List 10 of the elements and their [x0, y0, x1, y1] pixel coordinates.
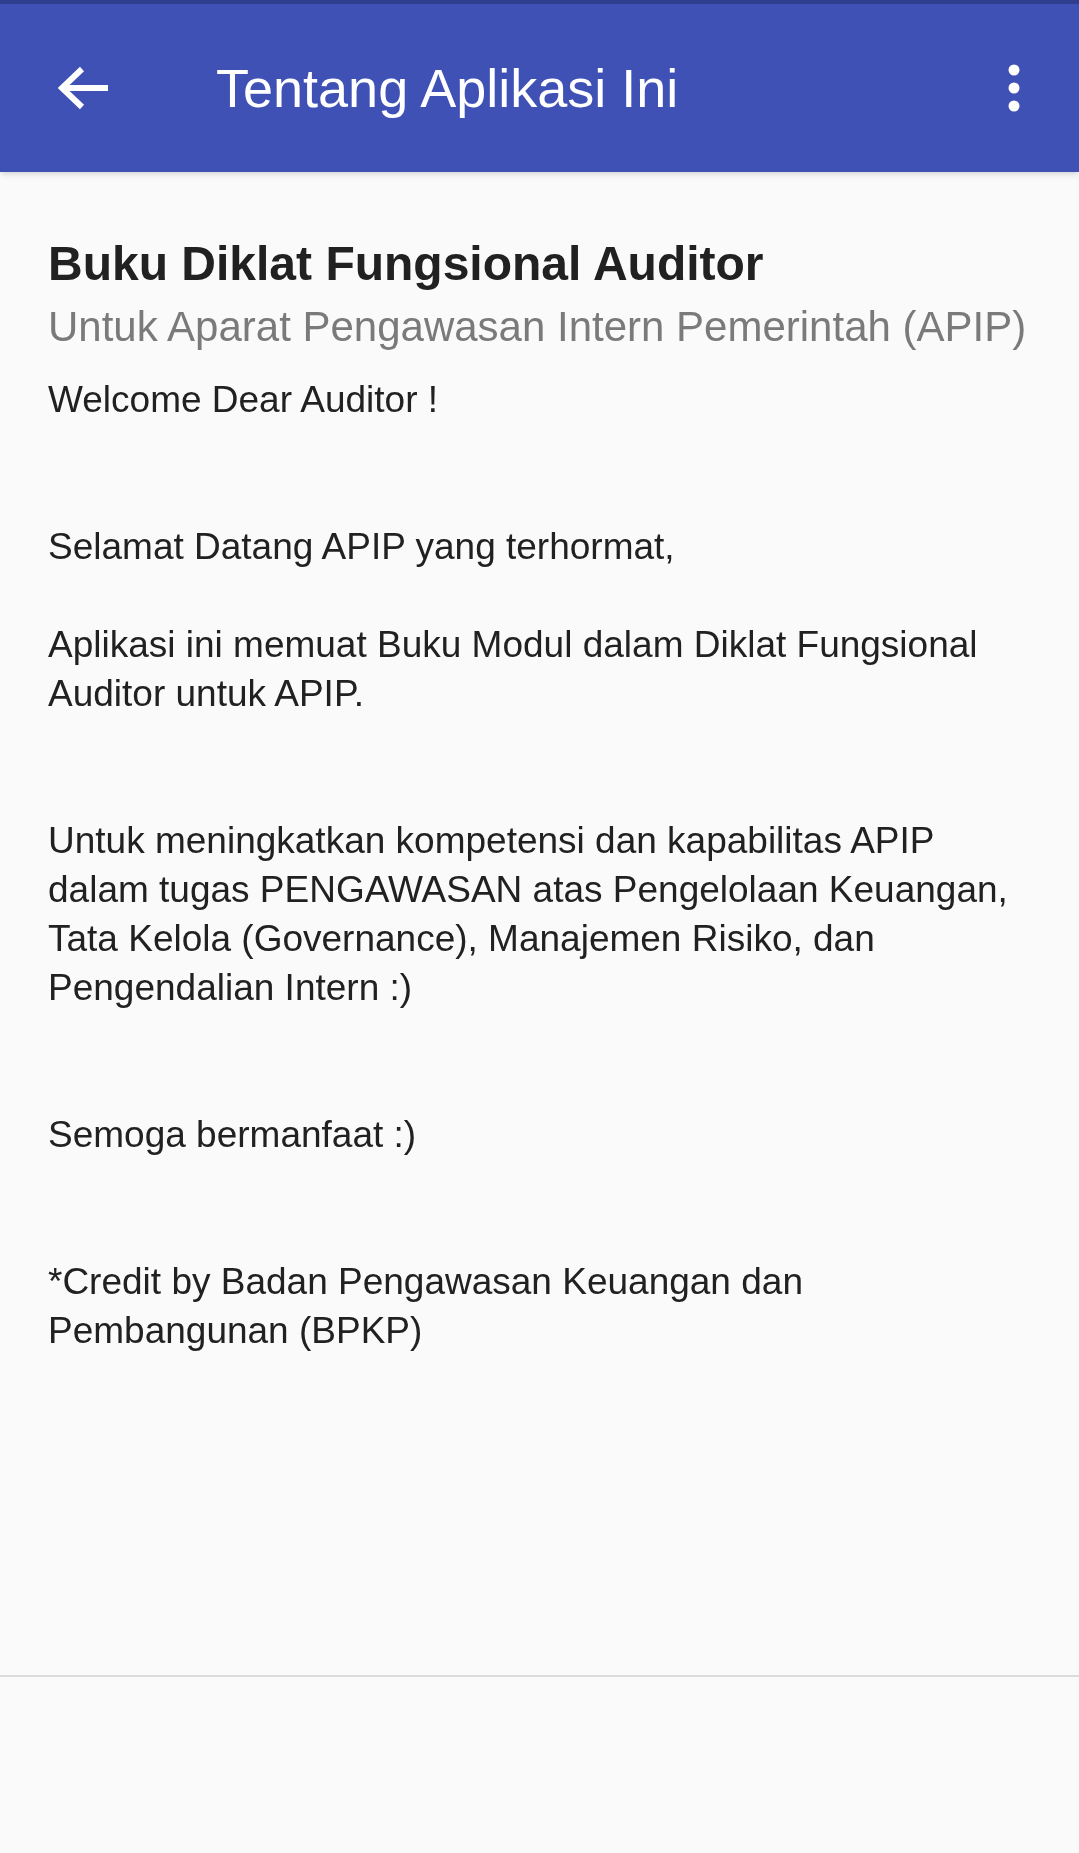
- more-options-icon: [1008, 64, 1020, 112]
- app-name-heading: Buku Diklat Fungsional Auditor: [48, 236, 765, 292]
- back-arrow-icon: [58, 65, 110, 111]
- body-paragraph: Untuk meningkatkan kompetensi dan kapabilitas APIP dalam tugas PENGAWASAN atas Pengelolaan Keuangan, Tata Kelola (Governance), Manajemen Risiko, dan Pengendalian Intern :): [48, 819, 1009, 1010]
- body-paragraph: Aplikasi ini memuat Buku Modul dalam Diklat Fungsional Auditor untuk APIP.: [48, 623, 979, 716]
- body-paragraph: Selamat Datang APIP yang terhormat,: [48, 525, 676, 569]
- body-paragraph: Semoga bermanfaat :): [48, 1113, 418, 1157]
- body-paragraph: Welcome Dear Auditor !: [48, 378, 440, 422]
- app-subtitle: Untuk Aparat Pengawasan Intern Pemerintah (APIP): [48, 302, 1028, 352]
- body-paragraph: *Credit by Badan Pengawasan Keuangan dan Pembangunan (BPKP): [48, 1260, 804, 1353]
